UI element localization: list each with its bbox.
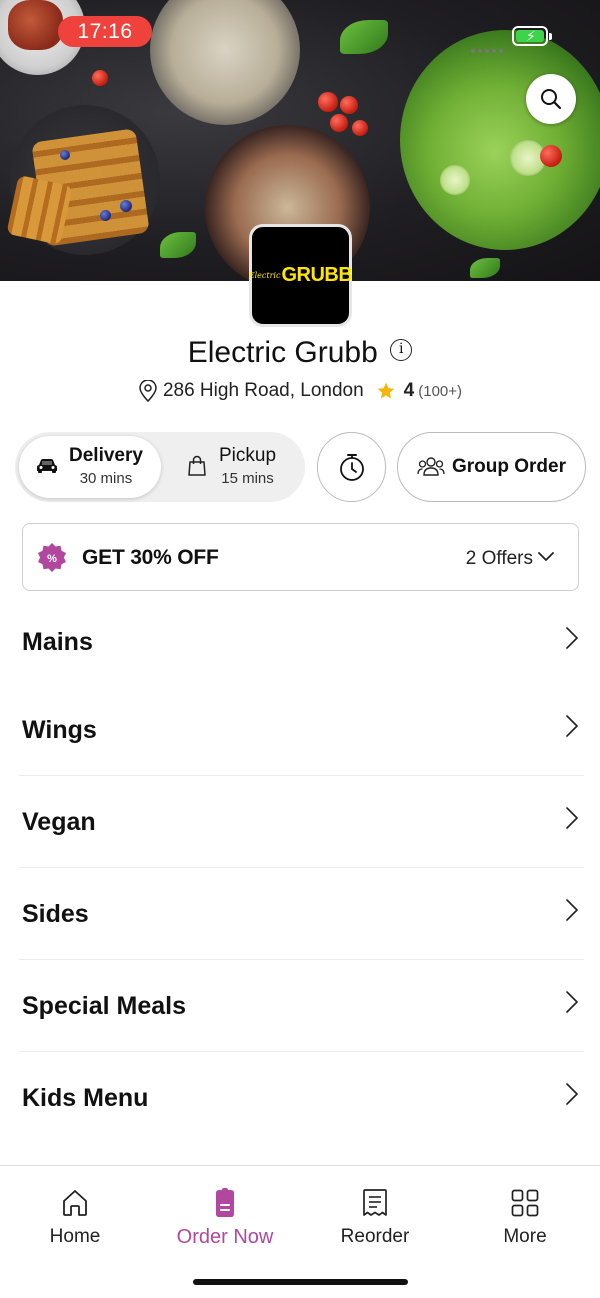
offers-banner[interactable]: % GET 30% OFF 2 Offers (22, 523, 579, 591)
search-button[interactable] (526, 74, 576, 124)
menu-category-row[interactable]: Kids Menu (19, 1052, 584, 1144)
restaurant-address: 286 High Road, London (162, 380, 364, 401)
restaurant-title: Electric Grubb i (0, 336, 600, 370)
home-indicator (193, 1279, 408, 1285)
delivery-label: Delivery (69, 445, 143, 466)
pickup-label: Pickup (219, 445, 277, 466)
order-mode-toggle: Delivery 30 mins Pickup 15 mins (15, 432, 305, 502)
battery-icon: ⚡ (512, 26, 552, 46)
grid-icon (511, 1189, 539, 1217)
menu-category-label: Wings (22, 716, 97, 744)
rice-bowl-image (150, 0, 300, 125)
restaurant-logo: Electric GRUBB (249, 224, 353, 327)
restaurant-name: Electric Grubb (187, 336, 378, 369)
nav-more[interactable]: More (465, 1188, 585, 1248)
menu-category-label: Mains (22, 628, 93, 656)
nav-order-now[interactable]: Order Now (165, 1188, 285, 1249)
nav-reorder[interactable]: Reorder (315, 1188, 435, 1248)
menu-category-row[interactable]: Sides (19, 868, 584, 960)
chevron-right-icon (566, 1083, 578, 1105)
pickup-time: 15 mins (221, 470, 274, 487)
menu-category-row[interactable]: Mains (19, 596, 584, 688)
chevron-right-icon (566, 991, 578, 1013)
menu-category-label: Vegan (22, 808, 96, 836)
pickup-option[interactable]: Pickup 15 mins (187, 445, 276, 487)
chevron-right-icon (566, 807, 578, 829)
address-rating-row: 286 High Road, London 4 (100+) (0, 380, 600, 402)
menu-category-row[interactable]: Special Meals (19, 960, 584, 1052)
signal-icon (471, 40, 511, 53)
nav-more-label: More (503, 1226, 547, 1247)
home-icon (63, 1190, 87, 1216)
receipt-icon (363, 1189, 387, 1216)
salad-bowl-image (400, 30, 600, 250)
menu-category-label: Sides (22, 900, 89, 928)
nav-home-label: Home (49, 1226, 101, 1247)
rating-count: (100+) (418, 382, 463, 400)
stopwatch-icon (339, 454, 364, 481)
group-icon (417, 457, 445, 476)
menu-category-label: Special Meals (22, 992, 186, 1020)
car-icon (37, 459, 57, 473)
order-icon (216, 1188, 234, 1217)
info-icon[interactable]: i (390, 339, 413, 361)
schedule-button[interactable] (317, 432, 386, 502)
rating-value: 4 (403, 380, 415, 401)
nav-order-now-label: Order Now (176, 1226, 274, 1248)
group-order-button[interactable]: Group Order (397, 432, 586, 502)
chevron-right-icon (566, 899, 578, 921)
star-icon (377, 382, 395, 399)
chevron-down-icon (538, 552, 554, 561)
offer-title: GET 30% OFF (82, 546, 219, 569)
menu-category-row[interactable]: Wings (19, 684, 584, 776)
nav-home[interactable]: Home (15, 1188, 135, 1248)
chevron-right-icon (566, 715, 578, 737)
shopping-bag-icon (188, 455, 206, 476)
discount-badge-icon: % (38, 543, 66, 572)
delivery-time: 30 mins (79, 470, 133, 487)
menu-category-row[interactable]: Vegan (19, 776, 584, 868)
group-order-label: Group Order (451, 456, 566, 477)
svg-text:%: % (47, 553, 57, 565)
chevron-right-icon (566, 627, 578, 649)
nav-reorder-label: Reorder (340, 1226, 410, 1247)
status-time: 17:16 (58, 16, 152, 47)
menu-category-label: Kids Menu (22, 1084, 149, 1112)
location-pin-icon (139, 380, 157, 402)
search-icon (541, 89, 562, 110)
offer-count: 2 Offers (465, 548, 533, 569)
